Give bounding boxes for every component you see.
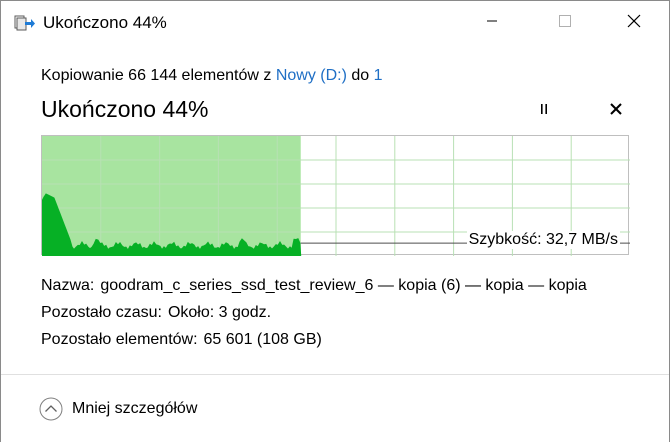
name-value: goodram_c_series_ssd_test_review_6 — kop…: [100, 277, 587, 294]
items-label: Pozostało elementów:: [41, 331, 198, 348]
copy-prefix: Kopiowanie 66 144 elementów z: [41, 67, 272, 84]
pause-button[interactable]: [529, 96, 559, 126]
copy-arrow-icon: [14, 14, 36, 32]
copy-description: Kopiowanie 66 144 elementów z Nowy (D:) …: [41, 67, 383, 85]
cancel-icon: [609, 102, 623, 121]
time-value: Około: 3 godz.: [167, 304, 272, 321]
less-details-button[interactable]: Mniej szczegółów: [39, 397, 197, 421]
cancel-button[interactable]: [601, 96, 631, 126]
name-row: Nazwa: goodram_c_series_ssd_test_review_6…: [41, 277, 587, 295]
maximize-icon: [558, 14, 572, 33]
footer: Mniej szczegółów: [1, 374, 669, 442]
title-bar[interactable]: Ukończono 44%: [1, 1, 669, 45]
progress-heading: Ukończono 44%: [41, 96, 209, 122]
less-details-label: Mniej szczegółów: [72, 400, 198, 417]
source-link[interactable]: Nowy (D:): [276, 67, 347, 84]
pause-icon: [537, 102, 551, 121]
time-label: Pozostało czasu:: [41, 304, 162, 321]
items-value: 65 601 (108 GB): [203, 331, 322, 348]
close-icon: [626, 13, 642, 34]
window-title: Ukończono 44%: [43, 13, 167, 32]
close-button[interactable]: [611, 1, 657, 45]
time-remaining-row: Pozostało czasu: Około: 3 godz.: [41, 304, 271, 322]
destination-link[interactable]: 1: [374, 67, 383, 84]
maximize-button: [542, 1, 588, 45]
minimize-icon: [486, 14, 498, 32]
progress-fill: [42, 136, 301, 256]
items-remaining-row: Pozostało elementów: 65 601 (108 GB): [41, 331, 322, 349]
copy-progress-window: Ukończono 44% Kopiowanie 66 144 elementó…: [0, 0, 670, 442]
speed-label: Szybkość: 32,7 MB/s: [466, 231, 620, 249]
copy-middle: do: [351, 67, 370, 84]
minimize-button[interactable]: [469, 1, 515, 45]
name-label: Nazwa:: [41, 277, 95, 294]
chevron-up-circle-icon: [39, 397, 63, 421]
speed-graph: Szybkość: 32,7 MB/s: [41, 135, 630, 256]
